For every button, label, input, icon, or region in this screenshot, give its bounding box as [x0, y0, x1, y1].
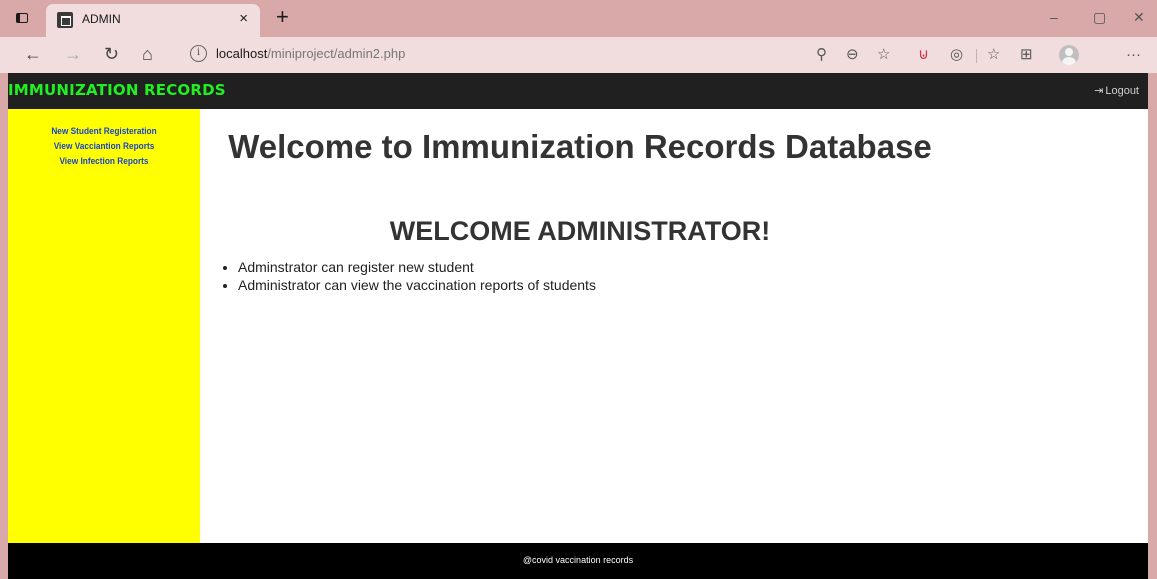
extensions-puzzle-icon[interactable]: ◎: [950, 45, 963, 65]
profile-avatar-icon[interactable]: [1059, 45, 1079, 65]
welcome-heading: WELCOME ADMINISTRATOR!: [389, 216, 771, 246]
restore-icon[interactable]: ▢: [1093, 8, 1106, 26]
sidebar-link-new-student-registration[interactable]: New Student Registeration: [16, 126, 193, 137]
top-navbar: IMMUNIZATION RECORDS ⇥ Logout: [8, 73, 1148, 109]
tab-actions-icon[interactable]: [14, 10, 30, 26]
brand-title[interactable]: IMMUNIZATION RECORDS: [8, 81, 226, 99]
sidebar-link-view-vaccination-reports[interactable]: View Vacciantion Reports: [16, 141, 193, 152]
url-path: /miniproject/admin2.php: [267, 46, 406, 61]
favicon-icon: [57, 12, 73, 28]
tab-admin[interactable]: ADMIN ×: [46, 4, 260, 37]
window-frame-left: [0, 0, 8, 579]
new-tab-button[interactable]: +: [276, 5, 289, 29]
home-icon[interactable]: ⌂: [142, 43, 153, 65]
footer: @covid vaccination records: [8, 543, 1148, 579]
toolbar-divider: [976, 49, 977, 63]
collections-icon[interactable]: ⊞: [1020, 45, 1033, 65]
logout-link[interactable]: ⇥ Logout: [1094, 84, 1139, 97]
reload-icon[interactable]: ↻: [104, 43, 119, 65]
list-item: Administrator can view the vaccination r…: [238, 276, 596, 294]
back-icon[interactable]: ←: [24, 43, 42, 65]
favorites-icon[interactable]: ☆: [987, 45, 1000, 65]
tab-title: ADMIN: [82, 12, 121, 26]
tab-close-icon[interactable]: ×: [239, 10, 248, 28]
password-key-icon[interactable]: ⚲: [816, 45, 827, 65]
favorite-star-icon[interactable]: ☆: [877, 45, 890, 65]
minimize-icon[interactable]: –: [1050, 8, 1058, 26]
forward-icon[interactable]: →: [64, 43, 82, 65]
page-title: Welcome to Immunization Records Database: [228, 128, 932, 165]
url-host: localhost: [216, 46, 268, 61]
admin-capabilities-list: Adminstrator can register new student Ad…: [238, 258, 596, 294]
tab-bar: ADMIN × + – ▢ ✕: [0, 0, 1157, 37]
logout-label: Logout: [1105, 85, 1139, 97]
sidebar-link-view-infection-reports[interactable]: View Infection Reports: [16, 156, 193, 167]
window-frame-right: [1148, 0, 1157, 579]
extension-icon[interactable]: ⊍: [918, 45, 929, 65]
zoom-icon[interactable]: ⊖: [846, 45, 859, 65]
sidebar: New Student Registeration View Vaccianti…: [8, 109, 200, 543]
close-icon[interactable]: ✕: [1133, 8, 1145, 26]
list-item: Adminstrator can register new student: [238, 258, 596, 276]
footer-text: @covid vaccination records: [522, 555, 634, 565]
web-page: IMMUNIZATION RECORDS ⇥ Logout New Student…: [8, 73, 1148, 579]
more-options-icon[interactable]: ···: [1126, 45, 1141, 65]
main-content: Welcome to Immunization Records Database…: [200, 109, 1148, 543]
sidebar-links: New Student Registeration View Vaccianti…: [8, 126, 200, 167]
browser-toolbar: ← → ↻ ⌂ i localhost/miniproject/admin2.p…: [0, 37, 1157, 73]
address-bar[interactable]: localhost/miniproject/admin2.php: [216, 46, 405, 61]
logout-icon: ⇥: [1094, 85, 1104, 97]
site-info-icon[interactable]: i: [190, 45, 207, 62]
